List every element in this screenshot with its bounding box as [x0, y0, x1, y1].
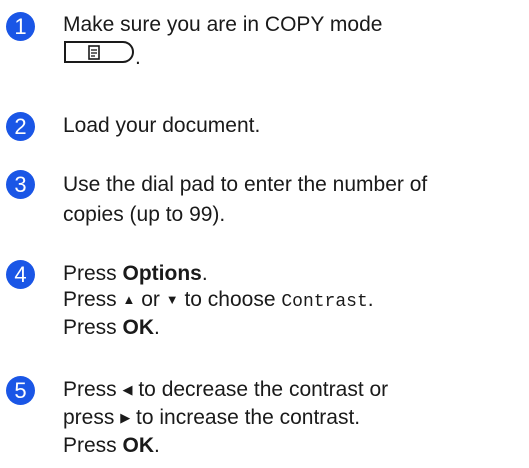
text: or [135, 288, 166, 311]
text: . [367, 288, 374, 311]
instruction-line: Press ▲ or ▼ to choose Contrast. [63, 287, 374, 315]
step-text: Use the dial pad to enter the number of … [63, 172, 427, 228]
instruction-line: press ▶ to increase the contrast. [63, 405, 388, 433]
instruction-line: copies (up to 99). [63, 203, 226, 226]
text: press [63, 406, 121, 429]
instruction-line: Press Options. [63, 261, 374, 287]
down-arrow-icon: ▼ [165, 292, 179, 307]
instruction-line: Load your document. [63, 114, 261, 137]
text: . [201, 262, 208, 285]
step-number-badge: 4 [6, 260, 35, 289]
left-arrow-icon: ◀ [122, 382, 133, 397]
text: Press [63, 316, 123, 339]
step-text: Press ◀ to decrease the contrast or pres… [63, 377, 388, 459]
right-arrow-icon: ▶ [120, 410, 131, 425]
instruction-line: Press ◀ to decrease the contrast or [63, 377, 388, 405]
text: . [154, 316, 160, 339]
step-text: Make sure you are in COPY mode . [63, 12, 382, 71]
instruction-line: Press OK. [63, 433, 388, 459]
text: Press [63, 288, 123, 311]
copy-mode-key-icon [63, 40, 135, 71]
instruction-line: Use the dial pad to enter the number of [63, 173, 428, 196]
instruction-line: Make sure you are in COPY mode [63, 13, 383, 36]
instruction-line: . [63, 38, 382, 71]
step-number-badge: 5 [6, 376, 35, 405]
options-key-label: Options [122, 262, 202, 285]
ok-key-label: OK [122, 316, 155, 339]
step-number-badge: 3 [6, 170, 35, 199]
text: Press [63, 262, 123, 285]
text: to choose [178, 288, 282, 311]
up-arrow-icon: ▲ [122, 292, 136, 307]
contrast-setting: Contrast [281, 292, 368, 312]
ok-key-label: OK [122, 434, 155, 457]
text: to increase the contrast. [130, 406, 361, 429]
text: Press [63, 434, 123, 457]
text: to decrease the contrast or [132, 378, 389, 401]
text: Press [63, 378, 123, 401]
step-text: Load your document. [63, 113, 260, 139]
instruction-line: Press OK. [63, 315, 374, 341]
step-text: Press Options. Press ▲ or ▼ to choose Co… [63, 261, 374, 341]
text: . [154, 434, 160, 457]
period: . [135, 46, 141, 69]
step-number-badge: 1 [6, 12, 35, 41]
step-number-badge: 2 [6, 112, 35, 141]
